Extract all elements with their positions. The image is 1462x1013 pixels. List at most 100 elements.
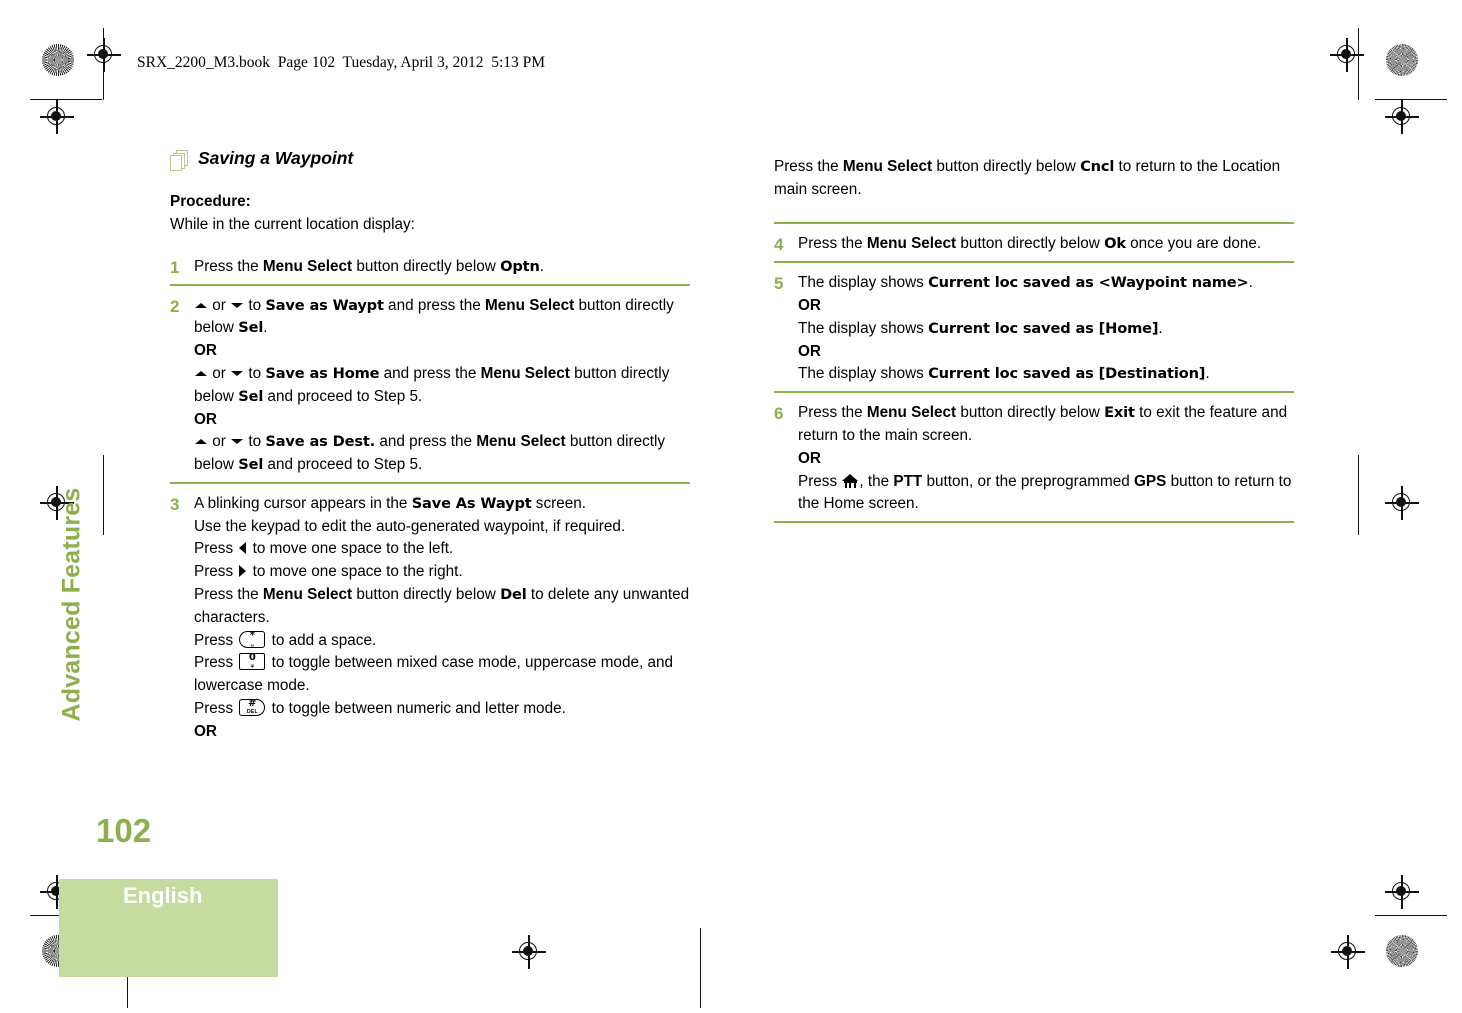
- step-5-or-label-1: OR: [798, 297, 821, 315]
- step-2-screen-save-as-dest: Save as Dest.: [265, 433, 376, 451]
- step-2-screen-sel-1: Sel: [238, 319, 264, 337]
- registration-mark-mid-right: [1385, 486, 1419, 520]
- step-6-or-label: OR: [798, 449, 821, 467]
- crop-line-mid-right-v: [1358, 455, 1360, 535]
- step-2-menu-select-2: Menu Select: [480, 365, 570, 383]
- step-2-t6: and proceed to Step 5.: [263, 387, 423, 405]
- step-5-screen-waypoint-name: Current loc saved as <Waypoint name>: [928, 274, 1249, 292]
- arrow-up-icon: [195, 302, 207, 308]
- step-5-t6: .: [1205, 365, 1210, 383]
- step-2-screen-save-as-waypt: Save as Waypt: [265, 296, 384, 314]
- section-heading: Saving a Waypoint: [170, 148, 690, 172]
- step-4-number: 4: [774, 235, 784, 255]
- step-2-to-a: to: [244, 296, 266, 314]
- language-label: English: [123, 883, 203, 908]
- step-3-t1: A blinking cursor appears in the: [194, 494, 412, 512]
- step-2-screen-save-as-home: Save as Home: [265, 365, 380, 383]
- step-3c-screen-cncl: Cncl: [1080, 158, 1115, 176]
- step-6-menu-select: Menu Select: [866, 404, 957, 422]
- crop-line-top-left-v: [103, 28, 105, 100]
- step-3-or-label: OR: [194, 722, 217, 740]
- step-2-menu-select-3: Menu Select: [476, 433, 566, 451]
- hash-del-key-icon: # DEL: [239, 698, 266, 716]
- step-4-screen-ok: Ok: [1104, 235, 1126, 253]
- crop-line-top-right-v: [1358, 28, 1360, 100]
- registration-rosette-bottom-right: [1386, 935, 1418, 967]
- step-5: 5 The display shows Current loc saved as…: [774, 272, 1294, 394]
- star-key-main: *: [249, 629, 255, 641]
- step-2-t7: and press the: [375, 433, 477, 451]
- registration-mark-bottom-center: [512, 935, 546, 969]
- step-3-l5c: button directly below: [352, 586, 501, 604]
- registration-mark-bottom-right-a: [1385, 875, 1419, 909]
- step-3c-t2: button directly below: [932, 158, 1081, 176]
- step-3: 3 A blinking cursor appears in the Save …: [170, 493, 690, 749]
- step-6-t6: button, or the preprogrammed: [922, 472, 1135, 490]
- step-2-t9: and proceed to Step 5.: [263, 456, 423, 474]
- step-2-or-label-2: OR: [194, 410, 217, 428]
- step-5-or-label-2: OR: [798, 342, 821, 360]
- step-3-screen-del: Del: [500, 586, 527, 604]
- arrow-down-icon: [231, 302, 244, 308]
- step-2-to-c: to: [244, 433, 266, 451]
- registration-mark-top-right-b: [1385, 100, 1419, 134]
- crop-line-top-right-h: [1375, 99, 1447, 101]
- step-1-t3: .: [539, 257, 544, 275]
- step-3-l4a: Press: [194, 563, 238, 581]
- step-3-menu-select: Menu Select: [262, 586, 353, 604]
- crop-line-top-left-h: [30, 99, 102, 101]
- page-number: 102: [96, 812, 152, 849]
- hash-key-sub: DEL: [246, 708, 258, 715]
- step-3-l8b: to toggle between numeric and letter mod…: [267, 699, 566, 717]
- step-6: 6 Press the Menu Select button directly …: [774, 402, 1294, 524]
- step-5-screen-destination: Current loc saved as [Destination]: [928, 365, 1206, 383]
- registration-mark-bottom-right-b: [1331, 935, 1365, 969]
- step-2-screen-sel-3: Sel: [238, 456, 264, 474]
- step-3-number: 3: [170, 494, 180, 514]
- step-2-or-a: or: [208, 296, 231, 314]
- registration-mark-top-left-a: [87, 38, 121, 72]
- step-5-t3: The display shows: [798, 319, 929, 337]
- step-6-t5: , the: [859, 472, 894, 490]
- step-6-body: Press the Menu Select button directly be…: [798, 402, 1294, 516]
- step-3-l7b: to toggle between mixed case mode, upper…: [194, 654, 673, 695]
- zero-key-icon: 0 ⍦: [239, 653, 266, 671]
- crop-line-mid-left-v: [103, 455, 105, 535]
- arrow-up-icon: [195, 371, 207, 377]
- step-5-t5: The display shows: [798, 365, 929, 383]
- step-2-to-b: to: [244, 365, 266, 383]
- procedure-intro: While in the current location display:: [170, 215, 415, 233]
- step-2-screen-sel-2: Sel: [238, 387, 264, 405]
- step-6-ptt: PTT: [893, 472, 923, 490]
- step-2-or-c: or: [208, 433, 231, 451]
- step-1-screen-optn: Optn: [500, 257, 540, 275]
- step-3-body: A blinking cursor appears in the Save As…: [194, 493, 690, 744]
- star-key-icon: * ␣: [239, 629, 266, 648]
- step-1-menu-select: Menu Select: [262, 257, 353, 275]
- arrow-left-icon: [239, 542, 247, 555]
- manual-page: SRX_2200_M3.book Page 102 Tuesday, April…: [0, 0, 1462, 1013]
- step-2-t3: .: [263, 319, 268, 337]
- step-5-screen-home: Current loc saved as [Home]: [928, 319, 1159, 337]
- step-1-body: Press the Menu Select button directly be…: [194, 256, 690, 279]
- step-1-t2: button directly below: [352, 257, 501, 275]
- book-header-text: SRX_2200_M3.book Page 102 Tuesday, April…: [137, 54, 546, 71]
- step-4-menu-select: Menu Select: [866, 235, 957, 253]
- home-icon: [842, 473, 859, 488]
- step-6-gps: GPS: [1134, 472, 1167, 490]
- step-1-number: 1: [170, 257, 180, 277]
- step-3-line-2: Use the keypad to edit the auto-generate…: [194, 517, 626, 535]
- step-4-t2: button directly below: [956, 235, 1105, 253]
- step-2-menu-select-1: Menu Select: [485, 296, 575, 314]
- step-6-t1: Press the: [798, 404, 867, 422]
- step-3-screen-save-as-waypt: Save As Waypt: [411, 494, 532, 512]
- registration-rosette-top-right: [1386, 44, 1418, 76]
- step-5-t1: The display shows: [798, 274, 929, 292]
- step-2: 2 or to Save as Waypt and press the Menu…: [170, 295, 690, 484]
- arrow-up-icon: [195, 439, 207, 445]
- step-3-continuation: Press the Menu Select button directly be…: [774, 156, 1294, 225]
- registration-mark-top-right-a: [1330, 38, 1364, 72]
- step-3-l5a: Press the: [194, 586, 263, 604]
- step-3-t2: screen.: [531, 494, 586, 512]
- registration-rosette-top-left: [42, 44, 74, 76]
